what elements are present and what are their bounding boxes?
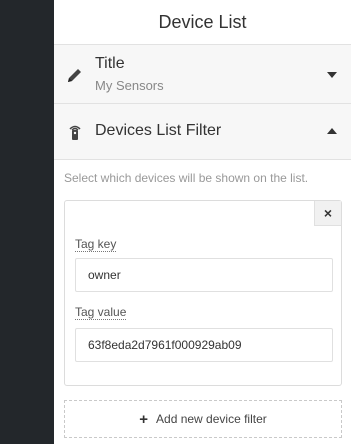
tag-value-label: Tag value	[75, 305, 127, 320]
add-device-filter-button[interactable]: + Add new device filter	[64, 400, 342, 438]
left-dark-sidebar	[0, 0, 54, 444]
sensor-icon	[69, 125, 81, 140]
remove-filter-button[interactable]: ×	[314, 201, 341, 226]
title-section-header[interactable]: Title My Sensors	[54, 45, 351, 104]
add-filter-label: Add new device filter	[156, 412, 267, 426]
close-icon: ×	[323, 205, 333, 221]
tag-key-label: Tag key	[75, 237, 117, 252]
filter-help-text: Select which devices will be shown on th…	[64, 171, 309, 185]
tag-key-input[interactable]: owner	[75, 258, 333, 292]
title-section-label: Title	[95, 55, 125, 72]
filter-section-header[interactable]: Devices List Filter	[54, 104, 351, 160]
filter-section-label: Devices List Filter	[95, 122, 222, 139]
chevron-up-icon[interactable]	[327, 128, 337, 134]
chevron-down-icon[interactable]	[327, 72, 337, 78]
plus-icon: +	[139, 410, 149, 428]
tag-value-input[interactable]: 63f8eda2d7961f000929ab09	[75, 328, 333, 362]
panel-title: Device List	[54, 0, 351, 45]
device-filter-card: × Tag key owner Tag value 63f8eda2d7961f…	[64, 200, 342, 386]
title-section-value: My Sensors	[95, 78, 164, 93]
pencil-icon	[68, 69, 81, 82]
